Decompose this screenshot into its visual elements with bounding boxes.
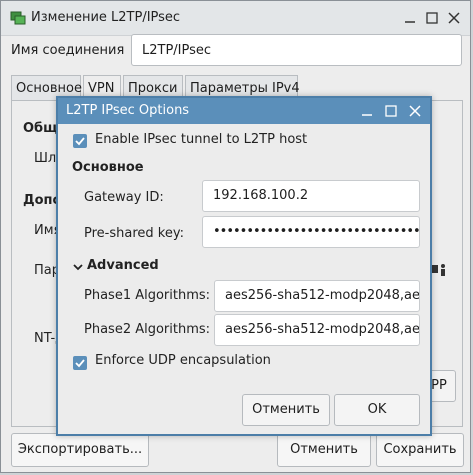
enforce-udp-checkbox[interactable]	[73, 356, 87, 370]
enforce-udp-label[interactable]: Enforce UDP encapsulation	[95, 353, 271, 368]
general-section-heading: Общ	[23, 121, 58, 136]
phase2-label: Phase2 Algorithms:	[84, 322, 211, 337]
basic-section-heading: Основное	[72, 160, 144, 175]
gateway-id-input[interactable]: 192.168.100.2	[202, 180, 420, 212]
gateway-label: Шл	[34, 151, 57, 166]
close-icon[interactable]	[445, 9, 463, 27]
dialog-cancel-button[interactable]: Отменить	[242, 394, 330, 426]
l2tp-ipsec-options-dialog: L2TP IPsec Options Enable IPsec tunnel t…	[56, 96, 432, 436]
enable-ipsec-checkbox[interactable]	[73, 134, 87, 148]
export-button[interactable]: Экспортировать...	[11, 433, 149, 467]
connection-name-label: Имя соединения	[11, 43, 125, 58]
dialog-ok-button[interactable]: OK	[334, 394, 420, 426]
gateway-id-label: Gateway ID:	[84, 190, 164, 205]
dialog-close-icon[interactable]	[406, 102, 424, 120]
enable-ipsec-label[interactable]: Enable IPsec tunnel to L2TP host	[95, 132, 307, 147]
dialog-title: L2TP IPsec Options	[66, 103, 190, 118]
dialog-maximize-icon[interactable]	[382, 102, 400, 120]
window-title: Изменение L2TP/IPsec	[31, 10, 181, 25]
chevron-down-icon[interactable]	[72, 261, 84, 273]
dialog-minimize-icon[interactable]	[358, 102, 376, 120]
advanced-expander[interactable]: Advanced	[87, 258, 159, 273]
psk-input[interactable]: ••••••••••••••••••••••••••••••••	[202, 216, 420, 248]
maximize-icon[interactable]	[423, 9, 441, 27]
dialog-titlebar[interactable]: L2TP IPsec Options	[58, 98, 430, 124]
save-button[interactable]: Сохранить	[376, 433, 464, 467]
minimize-icon[interactable]	[401, 9, 419, 27]
cancel-button[interactable]: Отменить	[277, 433, 371, 467]
phase1-label: Phase1 Algorithms:	[84, 288, 211, 303]
password-storage-icon[interactable]	[430, 261, 448, 279]
phase2-input[interactable]: aes256-sha512-modp2048,aes	[214, 314, 420, 346]
phase1-input[interactable]: aes256-sha512-modp2048,aes	[214, 280, 420, 312]
dialog-content: Enable IPsec tunnel to L2TP host Основно…	[64, 124, 424, 406]
network-connection-icon	[10, 10, 26, 26]
psk-label: Pre-shared key:	[84, 226, 184, 241]
window-titlebar[interactable]: Изменение L2TP/IPsec	[1, 1, 470, 36]
connection-name-input[interactable]: L2TP/IPsec	[131, 34, 462, 66]
